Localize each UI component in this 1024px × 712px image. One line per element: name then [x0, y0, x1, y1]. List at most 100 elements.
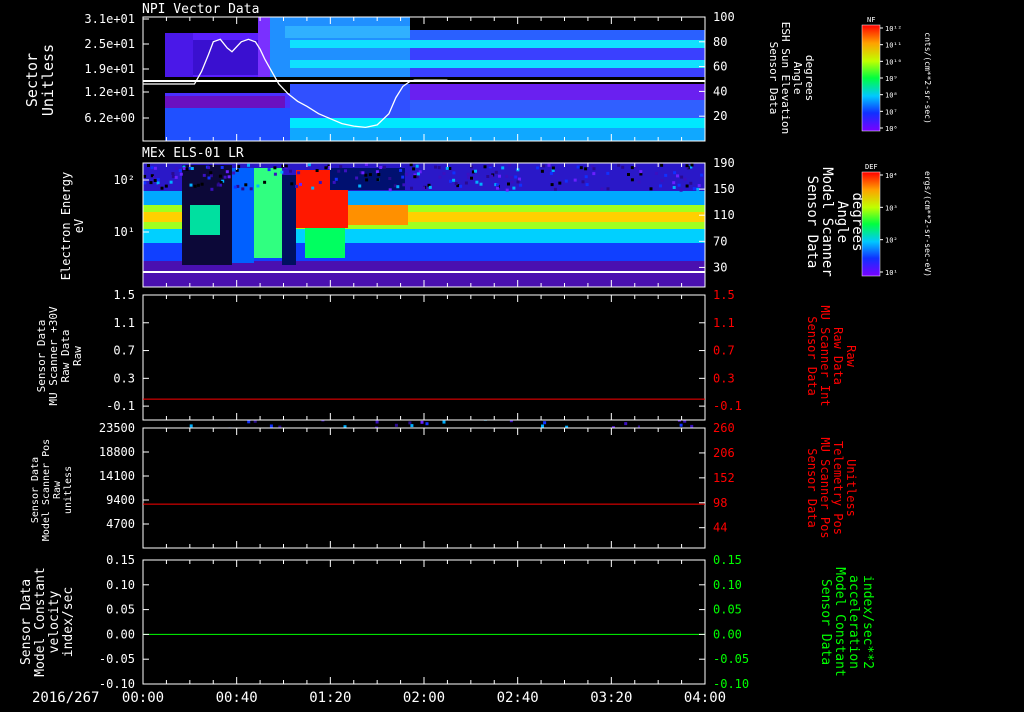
els-speckle [486, 175, 490, 178]
y-tick-label: 1.2e+01 [84, 85, 135, 99]
right-y-tick-label: 98 [713, 496, 727, 510]
x-tick-label: 00:00 [122, 690, 164, 706]
y-tick-label: 10² [113, 173, 135, 187]
els-speckle [413, 175, 417, 179]
els-speckle [470, 176, 473, 180]
els-speckle [399, 168, 403, 172]
els-speckle [514, 175, 518, 179]
y-tick-label: 0.3 [113, 371, 135, 385]
els-speckle [676, 174, 679, 178]
els-speckle [553, 187, 557, 191]
els-speckle [318, 181, 322, 184]
els-speckle [630, 178, 634, 182]
y-tick-label: 0.15 [106, 553, 135, 567]
els-speckle [606, 187, 610, 191]
y-tick-label: 0.10 [106, 578, 135, 592]
els-speckle [174, 175, 178, 179]
x-tick-label: 02:40 [497, 690, 539, 706]
els-speckle [692, 187, 696, 191]
right-y-tick-label: -0.1 [713, 399, 742, 413]
els-speckle [273, 172, 277, 176]
els-speckle [150, 166, 154, 170]
els-speckle [549, 171, 553, 175]
els-speckle [464, 181, 468, 185]
right-y-tick-label: 1.1 [713, 316, 735, 330]
els-speckle [536, 166, 540, 170]
els-speckle [143, 181, 147, 185]
els-speckle [584, 167, 588, 171]
els-speckle [220, 166, 224, 169]
els-speckle [344, 169, 347, 173]
npi-band [410, 100, 705, 118]
y-tick-label: 18800 [99, 445, 135, 459]
x-tick-label: 00:40 [216, 690, 258, 706]
els-speckle [324, 166, 328, 170]
els-speckle [368, 424, 372, 428]
els-speckle [200, 182, 204, 186]
els-speckle [295, 184, 299, 188]
els-speckle [592, 172, 596, 176]
els-speckle [178, 169, 182, 172]
panel-npi-ylabel: SectorUnitless [23, 44, 57, 116]
right-y-tick-label: 60 [713, 60, 727, 74]
colorbar-tick-label: 10¹ [885, 269, 898, 277]
y-tick-label: 10¹ [113, 225, 135, 239]
els-speckle [196, 183, 200, 187]
colorbar-def-ticks: 10⁴ 10³ 10² 10¹ [880, 172, 898, 277]
colorbar-tick-label: 10⁴ [885, 172, 898, 180]
colorbar-tick-label: 10¹⁰ [885, 58, 902, 66]
els-speckle [428, 185, 432, 189]
npi-band [285, 26, 410, 38]
els-speckle [573, 178, 577, 182]
els-speckle [358, 184, 362, 188]
els-speckle [210, 187, 214, 191]
els-speckle [649, 187, 653, 191]
els-speckle [581, 180, 585, 184]
els-speckle [672, 186, 676, 189]
els-speckle [263, 180, 267, 184]
els-speckle [160, 186, 164, 190]
els-speckle [379, 166, 383, 169]
els-speckle [396, 185, 400, 189]
els-speckle [156, 178, 160, 182]
els-speckle [256, 184, 260, 188]
els-speckle [244, 183, 248, 187]
els-speckle [394, 423, 398, 427]
panel-npi: NPI Vector Data 3.1e+012.5e+011.9e+011.2… [23, 2, 816, 142]
els-speckle [280, 170, 284, 174]
els-speckle [543, 421, 547, 425]
els-speckle [377, 173, 381, 176]
els-speckle [171, 175, 175, 179]
els-speckle [227, 175, 231, 179]
els-speckle [247, 420, 251, 424]
els-speckle [368, 173, 372, 177]
right-y-tick-label: 40 [713, 84, 727, 98]
els-speckle [402, 183, 406, 187]
colorbar-nf-label: NF [867, 16, 875, 24]
colorbar-tick-label: 10⁷ [885, 108, 898, 116]
els-speckle [677, 183, 681, 187]
els-speckle [541, 424, 544, 428]
els-speckle [249, 187, 253, 191]
els-speckle [254, 423, 258, 426]
els-speckle [315, 169, 319, 172]
panel-mu30v-right-ylabel: Sensor DataMU Scanner IntRaw DataRaw [805, 305, 858, 406]
panel-els-right-ylabel: Sensor DataModel ScannerAngledegrees [804, 167, 865, 277]
els-speckle [679, 188, 683, 192]
y-tick-label: 4700 [106, 517, 135, 531]
els-speckle [164, 184, 168, 188]
panel-npi-right-ylabel: Sensor DataESH Sun ElevationAngledegrees [767, 22, 816, 135]
els-speckle [585, 183, 589, 187]
right-y-tick-label: 100 [713, 10, 735, 24]
els-speckle [233, 185, 237, 189]
els-speckle [576, 165, 580, 169]
els-speckle [412, 167, 416, 171]
els-speckle [697, 184, 701, 188]
els-speckle [307, 163, 311, 167]
els-speckle [442, 172, 446, 175]
date-label: 2016/267 [32, 690, 99, 706]
els-speckle [209, 171, 213, 175]
els-speckle [509, 176, 513, 179]
els-speckle [479, 182, 483, 186]
els-speckle [388, 188, 392, 192]
